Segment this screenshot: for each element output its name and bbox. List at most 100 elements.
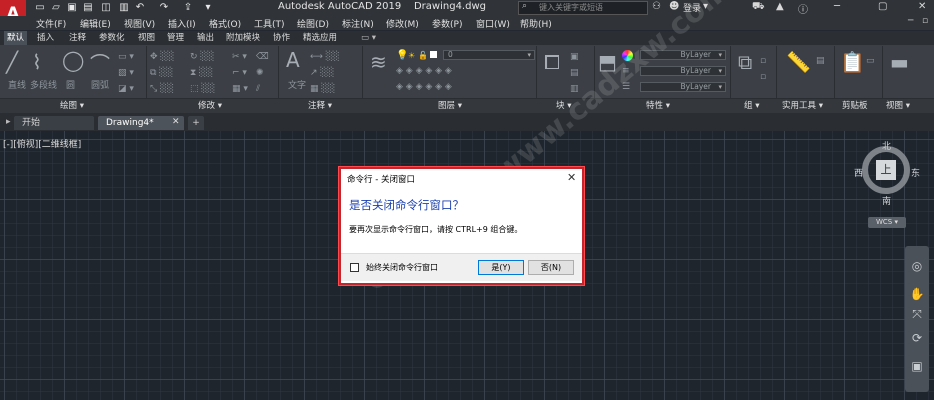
- leader-tool-icon[interactable]: ↗ ░░: [310, 68, 334, 78]
- showmotion-icon[interactable]: ▣: [909, 358, 925, 374]
- pan-icon[interactable]: ✋: [909, 286, 925, 302]
- layer-tools-row-2-icon[interactable]: ◈ ◈ ◈ ◈ ◈ ◈: [396, 82, 452, 92]
- ribbon-minimize-toggle-icon[interactable]: ▭ ▾: [358, 31, 379, 45]
- viewport-controls[interactable]: [-][俯视][二维线框]: [3, 137, 81, 150]
- undo-icon[interactable]: ↶: [134, 2, 146, 13]
- text-tool-icon[interactable]: A: [286, 48, 300, 72]
- menu-tools[interactable]: 工具(T): [254, 17, 285, 30]
- panel-title-utilities[interactable]: 实用工具 ▾: [782, 99, 823, 111]
- panel-title-clipboard[interactable]: 剪贴板: [842, 99, 868, 111]
- save-icon[interactable]: ▣: [66, 2, 78, 13]
- tab-start[interactable]: 开始: [14, 116, 94, 130]
- close-window-icon[interactable]: ✕: [918, 1, 926, 12]
- steering-wheel-icon[interactable]: ◎: [909, 258, 925, 274]
- share-icon[interactable]: ⇪: [182, 2, 194, 13]
- panel-title-modify[interactable]: 修改 ▾: [198, 99, 222, 111]
- trim-tool-icon[interactable]: ✂ ▾: [232, 52, 247, 62]
- viewcube-top-face[interactable]: 上: [876, 160, 896, 180]
- erase-tool-icon[interactable]: ⌫: [256, 52, 269, 62]
- layer-properties-icon[interactable]: ≋: [370, 50, 387, 74]
- menu-modify[interactable]: 修改(M): [386, 17, 419, 30]
- move-tool-icon[interactable]: ✥ ░░: [150, 52, 174, 62]
- tab-view[interactable]: 视图: [135, 31, 158, 45]
- menu-file[interactable]: 文件(F): [36, 17, 66, 30]
- panel-title-view[interactable]: 视图 ▾: [886, 99, 910, 111]
- menu-draw[interactable]: 绘图(D): [297, 17, 329, 30]
- layer-tools-row-1-icon[interactable]: ◈ ◈ ◈ ◈ ◈ ◈: [396, 66, 452, 76]
- compass-west[interactable]: 西: [854, 166, 863, 179]
- menu-edit[interactable]: 编辑(E): [80, 17, 111, 30]
- stretch-tool-icon[interactable]: ⤡ ░░: [150, 84, 174, 94]
- hatch-tool-icon[interactable]: ▨ ▾: [118, 68, 134, 78]
- tab-featured-apps[interactable]: 精选应用: [300, 31, 340, 45]
- help-icon[interactable]: ⓘ: [798, 1, 808, 16]
- dimension-tool-icon[interactable]: ⟷ ░░: [310, 52, 340, 62]
- mirror-tool-icon[interactable]: ⧗ ░░: [190, 68, 213, 78]
- open-web-icon[interactable]: ◫: [100, 2, 112, 13]
- line-tool-icon[interactable]: ╱: [6, 50, 18, 74]
- array-tool-icon[interactable]: ▦ ▾: [232, 84, 248, 94]
- tab-parametric[interactable]: 参数化: [96, 31, 128, 45]
- orbit-icon[interactable]: ⟳: [909, 330, 925, 346]
- yes-button[interactable]: 是(Y): [478, 260, 524, 275]
- panel-title-layers[interactable]: 图层 ▾: [438, 99, 462, 111]
- wcs-menu[interactable]: WCS ▾: [868, 217, 906, 228]
- autodesk-app-store-icon[interactable]: ⛟: [752, 1, 765, 14]
- menu-parametric[interactable]: 参数(P): [432, 17, 462, 30]
- new-tab-button[interactable]: +: [188, 116, 204, 130]
- group-icon[interactable]: ⧉: [738, 50, 752, 74]
- quick-calc-icon[interactable]: ▤: [816, 56, 825, 66]
- region-tool-icon[interactable]: ◪ ▾: [118, 84, 134, 94]
- compass-south[interactable]: 南: [882, 194, 891, 207]
- lineweight-dropdown[interactable]: ByLayer: [640, 82, 726, 92]
- tab-default[interactable]: 默认: [4, 31, 28, 45]
- save-as-icon[interactable]: ▤: [82, 2, 94, 13]
- table-tool-icon[interactable]: ▦ ░░: [310, 84, 335, 94]
- plot-icon[interactable]: ▥: [118, 2, 130, 13]
- compass-north[interactable]: 北: [882, 139, 891, 152]
- arc-tool-icon[interactable]: ⌒: [90, 48, 110, 77]
- always-close-checkbox-label[interactable]: 始终关闭命令行窗口: [366, 262, 438, 273]
- menu-dimension[interactable]: 标注(N): [342, 17, 374, 30]
- fillet-tool-icon[interactable]: ⌐ ▾: [232, 68, 247, 78]
- zoom-extents-icon[interactable]: ⤧: [909, 306, 925, 322]
- measure-icon[interactable]: 📏: [786, 50, 811, 74]
- scale-tool-icon[interactable]: ⬚ ░░: [190, 84, 215, 94]
- panel-title-annotation[interactable]: 注释 ▾: [308, 99, 332, 111]
- create-block-icon[interactable]: ▣: [570, 52, 579, 62]
- panel-title-draw[interactable]: 绘图 ▾: [60, 99, 84, 111]
- no-button[interactable]: 否(N): [528, 260, 574, 275]
- panel-title-properties[interactable]: 特性 ▾: [646, 99, 670, 111]
- explode-tool-icon[interactable]: ✺: [256, 68, 264, 78]
- copy-tool-icon[interactable]: ⧉ ░░: [150, 68, 173, 78]
- circle-tool-icon[interactable]: ◯: [62, 48, 84, 72]
- menu-view[interactable]: 视图(V): [124, 17, 155, 30]
- tab-annotate[interactable]: 注释: [66, 31, 89, 45]
- menu-insert[interactable]: 插入(I): [168, 17, 196, 30]
- search-input[interactable]: 键入关键字或短语: [518, 1, 648, 15]
- layer-dropdown[interactable]: 0: [443, 50, 535, 60]
- base-view-icon[interactable]: ▬: [890, 50, 909, 74]
- close-tab-icon[interactable]: ✕: [172, 117, 180, 127]
- always-close-checkbox[interactable]: [350, 263, 359, 272]
- tab-collaborate[interactable]: 协作: [270, 31, 293, 45]
- dialog-close-icon[interactable]: ✕: [567, 171, 576, 184]
- group-edit-icon[interactable]: ▫: [760, 72, 766, 82]
- rotate-tool-icon[interactable]: ↻ ░░: [190, 52, 214, 62]
- menubar-restore-icon[interactable]: ▫: [922, 16, 928, 26]
- quick-access-dropdown-icon[interactable]: ▾: [202, 2, 214, 13]
- tab-insert[interactable]: 插入: [34, 31, 57, 45]
- paste-icon[interactable]: 📋: [840, 50, 865, 74]
- menu-format[interactable]: 格式(O): [209, 17, 241, 30]
- menu-window[interactable]: 窗口(W): [476, 17, 510, 30]
- menubar-minimize-icon[interactable]: ─: [908, 16, 913, 26]
- polyline-tool-icon[interactable]: ⌇: [32, 50, 42, 74]
- a360-icon[interactable]: ▲: [776, 1, 784, 12]
- menu-help[interactable]: 帮助(H): [520, 17, 552, 30]
- redo-icon[interactable]: ↷: [158, 2, 170, 13]
- rectangle-tool-icon[interactable]: ▭ ▾: [118, 52, 134, 62]
- minimize-icon[interactable]: ─: [834, 1, 840, 12]
- file-tabs-menu-icon[interactable]: ▸: [6, 117, 11, 127]
- maximize-icon[interactable]: ▢: [878, 1, 887, 12]
- panel-title-groups[interactable]: 组 ▾: [744, 99, 759, 111]
